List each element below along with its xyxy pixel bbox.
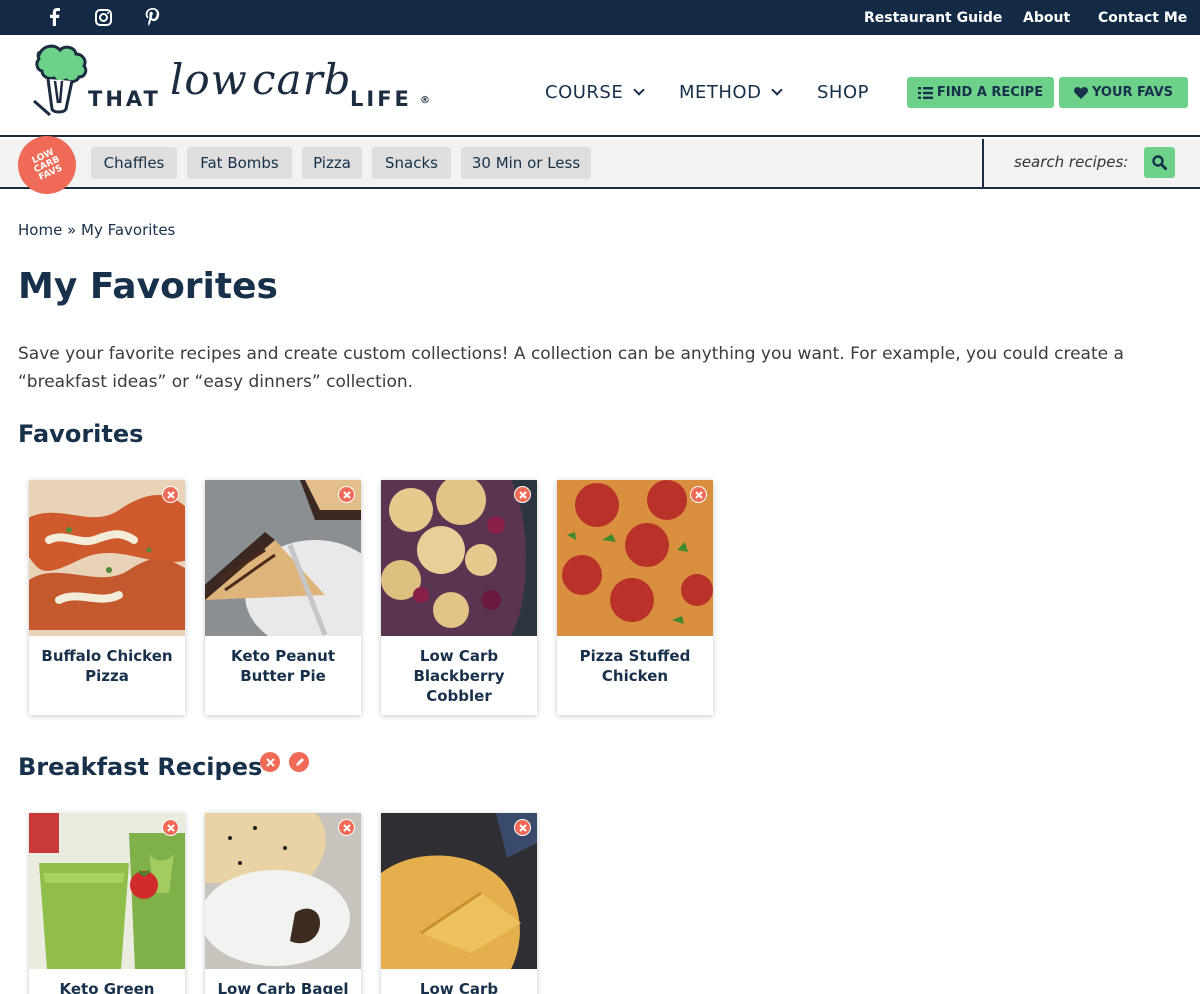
low-carb-favs-badge: LOW CARB FAVS [8, 126, 86, 204]
site-logo[interactable]: THAT low carb LIFE ® [22, 43, 442, 131]
recipe-image [557, 480, 713, 636]
nav-course[interactable]: COURSE [545, 82, 645, 103]
quick-link-chaffles[interactable]: Chaffles [91, 147, 177, 179]
recipe-card[interactable]: Buffalo Chicken Pizza [29, 480, 185, 715]
breadcrumb-current: My Favorites [81, 221, 176, 239]
remove-favorite-icon[interactable] [162, 486, 179, 503]
nav-course-label: COURSE [545, 82, 624, 103]
remove-favorite-icon[interactable] [690, 486, 707, 503]
recipe-title[interactable]: Low Carb Bagel [209, 979, 357, 994]
restaurant-guide-link[interactable]: Restaurant Guide [864, 0, 1002, 35]
facebook-icon[interactable] [43, 6, 65, 28]
instagram-icon[interactable] [92, 6, 114, 28]
recipe-image [205, 813, 361, 969]
intro-text: Save your favorite recipes and create cu… [18, 344, 1124, 392]
remove-favorite-icon[interactable] [514, 486, 531, 503]
nav-shop[interactable]: SHOP [817, 82, 869, 103]
recipe-title[interactable]: Keto Green [33, 979, 181, 994]
recipe-image [381, 813, 537, 969]
find-recipe-button[interactable]: FIND A RECIPE [907, 77, 1054, 108]
search-divider [982, 139, 984, 187]
quick-links-bar: LOW CARB FAVS Chaffles Fat Bombs Pizza S… [0, 126, 1200, 204]
your-favs-button[interactable]: YOUR FAVS [1059, 77, 1188, 108]
recipe-card[interactable]: Keto Green [29, 813, 185, 994]
site-header: THAT low carb LIFE ® COURSE METHOD SHOP … [0, 35, 1200, 137]
remove-favorite-icon[interactable] [338, 819, 355, 836]
logo-registered-mark: ® [420, 95, 430, 106]
remove-favorite-icon[interactable] [162, 819, 179, 836]
chevron-down-icon [633, 84, 645, 96]
recipe-image [205, 480, 361, 636]
find-recipe-label: FIND A RECIPE [936, 85, 1044, 100]
remove-favorite-icon[interactable] [338, 486, 355, 503]
recipe-card[interactable]: Low Carb [381, 813, 537, 994]
search-icon [1152, 155, 1167, 170]
top-bar: Restaurant Guide About Contact Me [0, 0, 1200, 35]
quick-link-30-min[interactable]: 30 Min or Less [461, 147, 591, 179]
delete-collection-icon[interactable] [260, 752, 280, 772]
recipe-image [381, 480, 537, 636]
recipe-card[interactable]: Keto Peanut Butter Pie [205, 480, 361, 715]
nav-method-label: METHOD [679, 82, 762, 103]
pinterest-icon[interactable] [141, 6, 163, 28]
section-title-breakfast: Breakfast Recipes [18, 753, 263, 781]
page-title: My Favorites [18, 266, 278, 307]
quick-link-fat-bombs[interactable]: Fat Bombs [187, 147, 292, 179]
logo-word-that: THAT [88, 87, 161, 111]
section-title-favorites: Favorites [18, 420, 144, 448]
recipe-title[interactable]: Keto Peanut Butter Pie [209, 646, 357, 686]
recipe-image [29, 813, 185, 969]
recipe-title[interactable]: Pizza Stuffed Chicken [561, 646, 709, 686]
quick-link-pizza[interactable]: Pizza [302, 147, 362, 179]
search-button[interactable] [1144, 147, 1175, 178]
broccoli-logo-icon [33, 44, 88, 117]
logo-word-low: low [170, 55, 248, 104]
list-icon [917, 86, 933, 99]
heart-icon [1073, 86, 1088, 99]
recipe-card[interactable]: Low Carb Bagel [205, 813, 361, 994]
search-label: search recipes: [1014, 153, 1129, 171]
your-favs-label: YOUR FAVS [1091, 85, 1174, 100]
recipe-title[interactable]: Low Carb Blackberry Cobbler [385, 646, 533, 706]
recipe-image [29, 480, 185, 636]
breadcrumb-separator: » [62, 221, 82, 239]
recipe-title[interactable]: Buffalo Chicken Pizza [33, 646, 181, 686]
edit-collection-icon[interactable] [289, 752, 309, 772]
breadcrumb-home[interactable]: Home [18, 221, 62, 239]
about-link[interactable]: About [1023, 0, 1070, 35]
recipe-title[interactable]: Low Carb [385, 979, 533, 994]
recipe-card[interactable]: Pizza Stuffed Chicken [557, 480, 713, 715]
contact-link[interactable]: Contact Me [1098, 0, 1187, 35]
chevron-down-icon [771, 84, 784, 96]
logo-word-carb: carb [252, 55, 352, 104]
quick-link-snacks[interactable]: Snacks [372, 147, 451, 179]
nav-method[interactable]: METHOD [679, 82, 784, 103]
breadcrumb: Home » My Favorites [18, 221, 175, 239]
logo-word-life: LIFE [350, 87, 412, 111]
recipe-card[interactable]: Low Carb Blackberry Cobbler [381, 480, 537, 715]
remove-favorite-icon[interactable] [514, 819, 531, 836]
